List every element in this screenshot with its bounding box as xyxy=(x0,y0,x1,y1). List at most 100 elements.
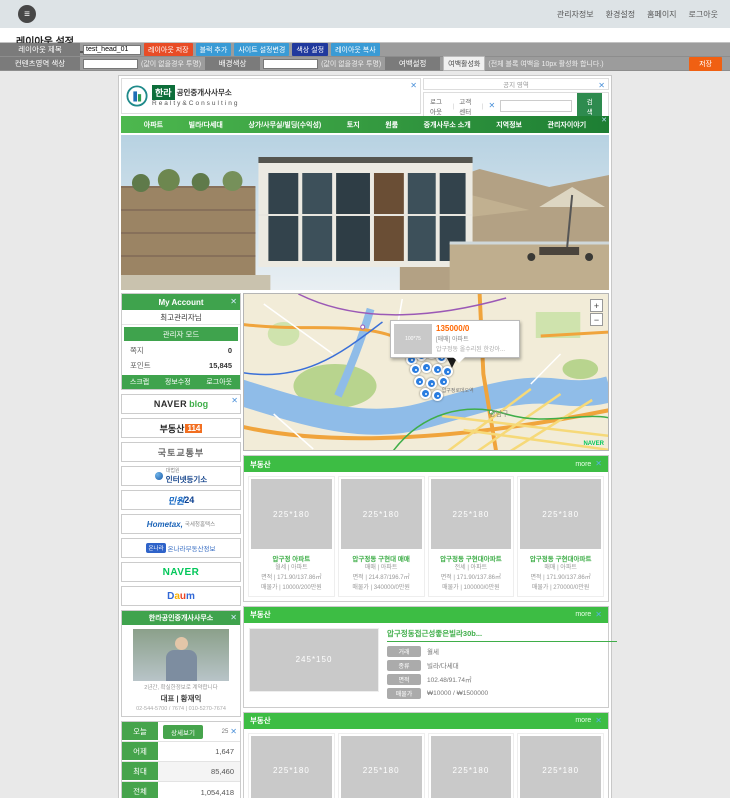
close-icon[interactable]: ✕ xyxy=(231,397,238,405)
banner-onnara[interactable]: 온나라 온나라부동산정보 xyxy=(121,538,241,558)
nav-item-villa[interactable]: 빌라/다세대 xyxy=(189,120,223,130)
close-icon[interactable]: ✕ xyxy=(410,82,417,90)
bg-color-input[interactable] xyxy=(263,59,318,69)
listing-card[interactable]: 225*180 압구정 아파트 월세 | 아파트 면적 | 171.90/137… xyxy=(248,476,335,597)
map-marker[interactable] xyxy=(420,388,431,399)
map-label-station: 압구정로데오역 xyxy=(442,387,474,394)
close-icon[interactable]: ✕ xyxy=(230,298,237,306)
budongsan114-logo: 부동산 xyxy=(160,422,185,435)
close-icon[interactable]: ✕ xyxy=(601,117,607,124)
margin-settings-label: 여백설정 xyxy=(385,57,440,70)
zoom-in-button[interactable]: + xyxy=(590,299,603,312)
listing-card[interactable]: 225*180 압구정동 구현대아파트 매매 | 아파트 면적 | 171.90… xyxy=(517,476,604,597)
card-line: 면적 | 171.90/137.86㎡ xyxy=(431,573,512,583)
logout-link[interactable]: 로그아웃 xyxy=(689,9,718,20)
map-marker[interactable] xyxy=(410,364,421,375)
nav-item-land[interactable]: 토지 xyxy=(347,120,360,130)
more-link[interactable]: more xyxy=(575,461,591,468)
banner-minwon24[interactable]: 민원 24 xyxy=(121,490,241,510)
add-block-button[interactable]: 블럭 추가 xyxy=(196,43,232,56)
listing-card[interactable]: 225*180 저평가된 입지좋은 건물임 매매 | 건물 면적 | 1200/… xyxy=(517,733,604,798)
close-icon[interactable]: ✕ xyxy=(230,728,237,736)
map-popup[interactable]: 100*75 135000/0 [매매] 아파트 압구정동 올수리된 한강아..… xyxy=(390,320,520,358)
save-button[interactable]: 저장 xyxy=(689,57,722,71)
map-marker[interactable] xyxy=(432,390,443,401)
feature-title[interactable]: 압구정동접근성좋은빌라30b... xyxy=(387,628,617,642)
detail-view-button[interactable]: 상세보기 xyxy=(163,725,203,739)
zoom-out-button[interactable]: − xyxy=(590,313,603,326)
copy-layout-button[interactable]: 레이아웃 복사 xyxy=(331,43,380,56)
search-input[interactable] xyxy=(500,100,572,112)
homepage-link[interactable]: 홈페이지 xyxy=(647,9,676,20)
site-logo[interactable]: 한라 공인중개사사무소 Realty&Consulting ✕ xyxy=(121,78,421,114)
feature-value: ₩10000 / ₩1500000 xyxy=(427,690,488,697)
banner-daum[interactable]: D a u m xyxy=(121,586,241,606)
nav-item-apartment[interactable]: 아파트 xyxy=(144,120,163,130)
card-placeholder: 225*180 xyxy=(431,736,512,798)
close-icon[interactable]: ✕ xyxy=(595,717,602,725)
close-icon[interactable]: ✕ xyxy=(595,460,602,468)
content-color-label: 컨텐츠영역 색상 xyxy=(0,57,80,70)
title-bar: 레이아웃 설정 xyxy=(0,28,730,43)
close-icon[interactable]: ✕ xyxy=(595,611,602,619)
card-title: 압구정 아파트 xyxy=(251,553,332,563)
sidebar: My Account ✕ 최고관리자님 관리자 모드 쪽지 0 포인트 15,8… xyxy=(121,293,241,798)
site-header-block: 한라 공인중개사사무소 Realty&Consulting ✕ 공지 영역 ✕ … xyxy=(121,78,609,114)
banner-budongsan114[interactable]: 부동산 114 xyxy=(121,418,241,438)
close-icon[interactable]: ✕ xyxy=(230,614,237,622)
onnara-logo: 온나라부동산정보 xyxy=(168,543,216,553)
close-icon[interactable]: ✕ xyxy=(598,82,605,90)
nav-item-commercial[interactable]: 상가/사무실/빌딩(수익성) xyxy=(248,120,321,130)
edit-info-link[interactable]: 정보수정 xyxy=(165,377,191,387)
color-settings-button[interactable]: 색상 설정 xyxy=(292,43,328,56)
section-title: 부동산 xyxy=(250,715,271,726)
listing-section-3: 부동산 more ✕ 225*180 압구정역4번출구앞병원등임대 임대 | 건… xyxy=(243,712,609,798)
site-settings-button[interactable]: 사이트 설정변경 xyxy=(234,43,289,56)
listing-card[interactable]: 225*180 압구정동 구현대아파트 전세 | 아파트 면적 | 171.90… xyxy=(428,476,515,597)
banner-molit[interactable]: 국토교통부 xyxy=(121,442,241,462)
listing-card[interactable]: 225*180 시세보다3억저렴한로얄아파트 전세 | 아파트 면적 | 171… xyxy=(338,733,425,798)
customer-center-link[interactable]: 고객센터 xyxy=(459,96,477,116)
save-layout-button[interactable]: 레이아웃 저장 xyxy=(144,43,193,56)
nav-item-local-info[interactable]: 지역정보 xyxy=(496,120,522,130)
map-marker[interactable] xyxy=(421,362,432,373)
toolbar-row-2: 컨텐츠영역 색상 (값이 없을경우 투명) 배경색상 (값이 없을경우 투명) … xyxy=(0,57,730,71)
feature-card[interactable]: 245*150 압구정동접근성좋은빌라30b... 거래 월세 종류 빌라/다세… xyxy=(244,623,608,707)
margin-toggle-button[interactable]: 여백활성화 xyxy=(443,56,485,71)
stats-header-row: 오늘 상세보기 25 ✕ xyxy=(122,722,240,742)
map-marker[interactable] xyxy=(438,376,449,387)
admin-info-link[interactable]: 관리자정보 xyxy=(557,9,594,20)
budongsan114-logo-b: 114 xyxy=(185,424,202,433)
content-color-input[interactable] xyxy=(83,59,138,69)
main-nav: 아파트 빌라/다세대 상가/사무실/빌딩(수익성) 토지 원룸 중개사무소 소개… xyxy=(121,116,609,133)
more-link[interactable]: more xyxy=(575,611,591,618)
banner-naver-blog[interactable]: NAVER blog ✕ xyxy=(121,394,241,414)
banner-naver[interactable]: NAVER xyxy=(121,562,241,582)
nav-item-admin-story[interactable]: 관리자이야기 xyxy=(548,120,587,130)
map[interactable]: 강남구 압구정로데오역 100*75 xyxy=(243,293,609,451)
close-icon[interactable]: ✕ xyxy=(489,102,496,110)
banner-iros[interactable]: 대법원 인터넷등기소 xyxy=(121,466,241,486)
main-column: 강남구 압구정로데오역 100*75 xyxy=(243,293,609,798)
layout-title-input[interactable] xyxy=(83,45,141,55)
nav-item-oneroom[interactable]: 원룸 xyxy=(385,120,398,130)
admin-mode-button[interactable]: 관리자 모드 xyxy=(124,327,238,341)
stats-label: 전체 xyxy=(122,782,158,798)
scrap-link[interactable]: 스크랩 xyxy=(130,377,149,387)
more-link[interactable]: more xyxy=(575,717,591,724)
nav-item-office-intro[interactable]: 중개사무소 소개 xyxy=(424,120,471,130)
map-marker[interactable] xyxy=(414,376,425,387)
feature-label: 종류 xyxy=(387,660,421,671)
site-logout-link[interactable]: 로그아웃 xyxy=(430,96,448,116)
banner-hometax[interactable]: Hometax, 국세청홈택스 xyxy=(121,514,241,534)
content-color-hint: (값이 없을경우 투명) xyxy=(141,59,201,69)
stats-label: 어제 xyxy=(122,742,158,761)
listing-card[interactable]: 225*180 압구정 로데오 중심상권 상... 임대 | 상가 면적 | 4… xyxy=(428,733,515,798)
account-logout-link[interactable]: 로그아웃 xyxy=(206,377,232,387)
listing-card[interactable]: 225*180 압구정역4번출구앞병원등임대 임대 | 건물 면적 | 195/… xyxy=(248,733,335,798)
card-line: 매매 | 아파트 xyxy=(520,563,601,573)
env-settings-link[interactable]: 환경설정 xyxy=(606,9,635,20)
listing-card[interactable]: 225*180 압구정동 구현대 매매 매매 | 아파트 면적 | 214.87… xyxy=(338,476,425,597)
map-marker[interactable] xyxy=(426,378,437,389)
menu-icon[interactable]: ≡ xyxy=(18,5,36,23)
